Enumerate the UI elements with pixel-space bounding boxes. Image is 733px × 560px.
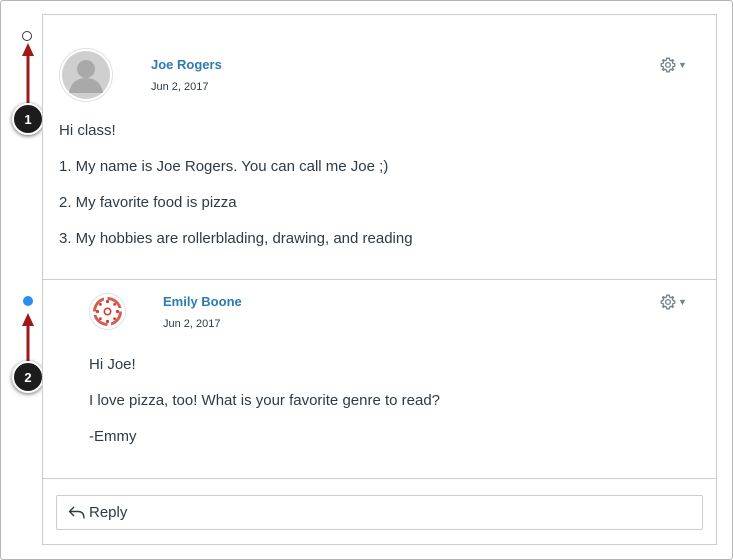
reply-body-line: Hi Joe! xyxy=(89,356,136,373)
unread-indicator[interactable] xyxy=(23,296,33,306)
post-author-link[interactable]: Joe Rogers xyxy=(151,57,222,72)
reply-date: Jun 2, 2017 xyxy=(163,318,221,330)
reply-label: Reply xyxy=(89,504,128,521)
reply-arrow-icon xyxy=(68,506,86,520)
post-body-line: 3. My hobbies are rollerblading, drawing… xyxy=(59,230,413,247)
reply-author-link[interactable]: Emily Boone xyxy=(163,294,242,309)
post-divider xyxy=(43,279,716,280)
gear-icon xyxy=(660,294,676,310)
callout-arrow-1 xyxy=(22,43,34,105)
chevron-down-icon: ▼ xyxy=(678,60,687,70)
reply-section-divider xyxy=(43,478,716,479)
callout-badge-2: 2 xyxy=(12,361,44,393)
default-user-avatar-icon[interactable] xyxy=(59,48,113,102)
post-date: Jun 2, 2017 xyxy=(151,81,209,93)
chevron-down-icon: ▼ xyxy=(678,297,687,307)
discussion-thread: Joe Rogers Jun 2, 2017 ▼ Hi class! 1. My… xyxy=(42,14,717,545)
callout-arrow-2 xyxy=(22,313,34,365)
reply-button[interactable]: Reply xyxy=(56,495,703,530)
post-body-line: 1. My name is Joe Rogers. You can call m… xyxy=(59,158,389,175)
gear-icon xyxy=(660,57,676,73)
reply-body-line: -Emmy xyxy=(89,428,137,445)
post-body-line: Hi class! xyxy=(59,122,116,139)
post-body-line: 2. My favorite food is pizza xyxy=(59,194,237,211)
reply-options-menu[interactable]: ▼ xyxy=(660,294,690,310)
canvas-logo-avatar-icon[interactable] xyxy=(89,293,126,330)
read-indicator-read[interactable] xyxy=(22,31,32,41)
reply-body-line: I love pizza, too! What is your favorite… xyxy=(89,392,441,409)
post-options-menu[interactable]: ▼ xyxy=(660,57,690,73)
callout-badge-1: 1 xyxy=(12,103,44,135)
